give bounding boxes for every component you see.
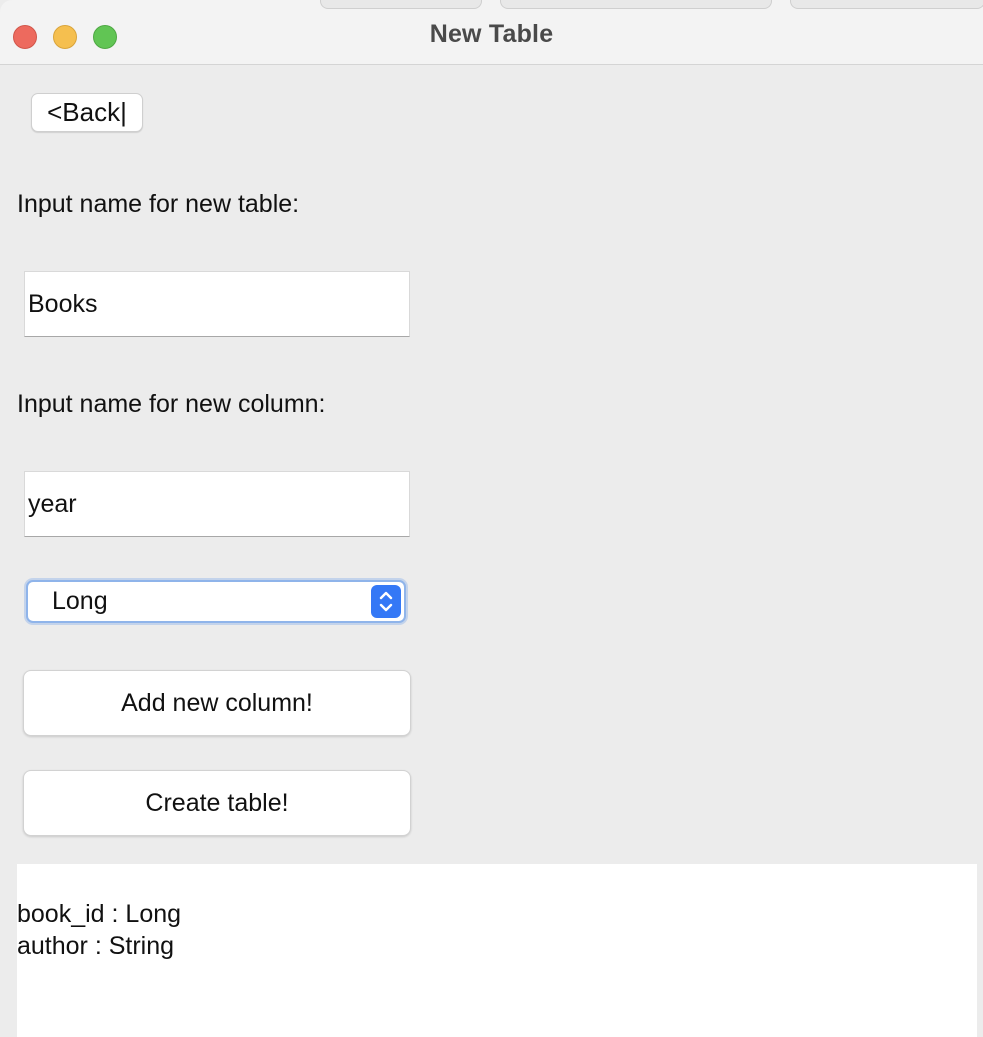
columns-list[interactable]: book_id : Long author : String	[17, 864, 977, 1037]
chevron-up-down-icon[interactable]	[371, 585, 401, 618]
column-name-label: Input name for new column:	[17, 390, 326, 418]
column-type-selected-value: Long	[52, 587, 108, 615]
add-column-button[interactable]: Add new column!	[23, 670, 411, 736]
table-name-input[interactable]: Books	[24, 271, 410, 337]
create-table-button[interactable]: Create table!	[23, 770, 411, 836]
window-title: New Table	[429, 20, 554, 48]
list-item: book_id : Long	[17, 900, 182, 928]
table-name-label: Input name for new table:	[17, 190, 300, 218]
title-bar[interactable]: New Table	[0, 0, 983, 65]
back-button[interactable]: <Back|	[31, 93, 143, 132]
column-name-input[interactable]: year	[24, 471, 410, 537]
new-table-window: New Table <Back| Input name for new tabl…	[0, 0, 983, 1037]
list-item: author : String	[17, 932, 175, 960]
background-window-edges	[300, 0, 983, 9]
column-type-select[interactable]: Long	[26, 580, 406, 623]
